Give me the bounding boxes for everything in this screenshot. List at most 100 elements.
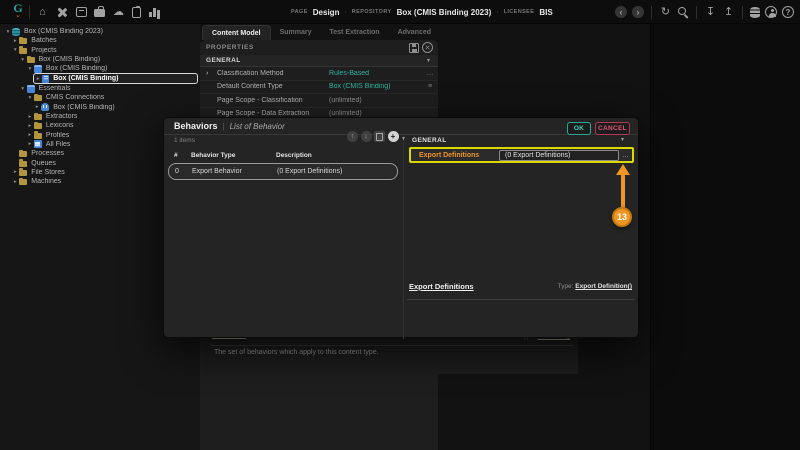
behaviors-dialog: Behaviors | List of Behavior OK CANCEL 1… — [163, 117, 639, 338]
download-icon[interactable]: ↧ — [704, 6, 717, 19]
property-label: Default Content Type — [217, 83, 329, 90]
behavior-row[interactable]: 0Export Behavior(0 Export Definitions) — [168, 163, 398, 180]
app-logo[interactable]: G ⌄ — [10, 2, 26, 22]
menu-button[interactable]: ≡ — [422, 83, 438, 90]
forward-icon[interactable]: › — [632, 6, 644, 18]
folder-icon — [19, 179, 27, 185]
chevron-down-icon[interactable]: ▾ — [4, 29, 12, 35]
cell-desc: (0 Export Definitions) — [277, 168, 397, 175]
properties-toolbar: PROPERTIES ✕ — [200, 40, 438, 55]
licensee-value: BIS — [539, 8, 552, 17]
search-icon[interactable] — [677, 6, 689, 18]
delete-icon[interactable] — [374, 131, 385, 142]
ellipsis-button[interactable]: … — [422, 70, 438, 77]
tab-test-extraction[interactable]: Test Extraction — [321, 25, 389, 40]
type-link[interactable]: Export Definition() — [575, 283, 632, 290]
column-header-num: # — [174, 152, 191, 159]
chevron-right-icon[interactable]: ▸ — [33, 104, 41, 110]
help-description: The set of behaviors which apply to this… — [214, 349, 379, 356]
chevron-down-icon[interactable]: ▾ — [19, 86, 27, 92]
page-value[interactable]: Design — [313, 8, 340, 17]
chevron-right-icon[interactable]: ▸ — [34, 76, 42, 82]
add-icon[interactable]: + — [388, 131, 399, 142]
dialog-subtitle: List of Behavior — [230, 122, 285, 131]
chevron-down-icon[interactable]: ▾ — [19, 57, 27, 63]
property-label: Page Scope - Classification — [217, 97, 329, 104]
folder-icon — [34, 133, 42, 139]
help-icon[interactable]: ? — [782, 6, 794, 18]
property-value-input[interactable]: (0 Export Definitions) — [499, 150, 619, 161]
property-value[interactable]: Box (CMIS Binding) — [329, 83, 422, 90]
export-definitions-row[interactable]: Export Definitions (0 Export Definitions… — [409, 147, 634, 163]
tab-summary[interactable]: Summary — [271, 25, 321, 40]
archive-icon[interactable] — [76, 7, 87, 17]
database-icon[interactable] — [750, 7, 760, 18]
tree-item-label: Essentials — [39, 85, 71, 92]
tree-item[interactable]: ▾Projects — [11, 46, 200, 55]
cell-type: Export Behavior — [192, 168, 277, 175]
tree-item[interactable]: ▾ Essentials — [19, 84, 200, 93]
chevron-down-icon[interactable]: ▼ — [401, 136, 406, 142]
repository-value[interactable]: Box (CMIS Binding 2023) — [397, 8, 492, 17]
chevron-right-icon[interactable]: ▸ — [11, 179, 19, 185]
expander-icon[interactable]: › — [206, 70, 217, 77]
property-value[interactable]: Rules-Based — [329, 70, 422, 77]
cancel-button[interactable]: CANCEL — [595, 122, 630, 135]
chevron-right-icon[interactable]: ▸ — [26, 132, 34, 138]
move-up-icon[interactable]: ↑ — [347, 131, 358, 142]
folder-icon — [34, 123, 42, 129]
refresh-icon[interactable]: ↻ — [659, 6, 672, 19]
tab-content-model[interactable]: Content Model — [202, 25, 271, 40]
property-value[interactable]: (unlimited) — [329, 97, 422, 104]
tree-item[interactable]: ▸ Batches — [11, 36, 200, 45]
tree-item[interactable]: ▾ Box (CMIS Binding) — [26, 64, 200, 73]
save-icon[interactable] — [409, 43, 419, 53]
item-count: 1 items — [174, 137, 195, 144]
tree-item[interactable]: ▸Box (CMIS Binding) — [33, 103, 200, 112]
divider: | — [223, 122, 225, 131]
repository-label: REPOSITORY — [352, 9, 392, 15]
group-header-label: GENERAL — [412, 137, 447, 144]
properties-grid: GENERAL ▾ ›Classification MethodRules-Ba… — [200, 55, 438, 121]
property-row[interactable]: Default Content TypeBox (CMIS Binding)≡ — [200, 81, 438, 95]
tree-item[interactable]: ▾CMIS Connections — [26, 93, 200, 102]
account-icon[interactable] — [765, 6, 777, 18]
design-tools-icon[interactable] — [56, 6, 69, 19]
ok-button[interactable]: OK — [567, 122, 591, 135]
group-header[interactable]: GENERAL ▾ — [200, 55, 438, 67]
chevron-down-icon[interactable]: ▾ — [621, 136, 624, 143]
move-down-icon[interactable]: ↓ — [361, 131, 372, 142]
folder-icon — [19, 170, 27, 176]
tree-item[interactable]: ▸Box (CMIS Binding) — [33, 73, 198, 84]
project-icon — [34, 65, 42, 73]
cloud-icon[interactable]: ☁ — [112, 6, 125, 19]
upload-icon[interactable]: ↥ — [722, 6, 735, 19]
tasks-icon[interactable] — [132, 7, 141, 18]
breadcrumb: PAGE Design · REPOSITORY Box (CMIS Bindi… — [291, 0, 553, 24]
home-icon[interactable]: ⌂ — [36, 6, 49, 19]
window-icon-strip: ‹ › ↻ ↧ ↥? — [615, 0, 794, 24]
chevron-down-icon[interactable]: ▾ — [427, 57, 430, 64]
chevron-right-icon[interactable]: ▸ — [11, 38, 19, 44]
chevron-right-icon[interactable]: ▸ — [26, 141, 34, 147]
briefcase-icon[interactable] — [94, 9, 105, 17]
ellipsis-button[interactable]: … — [619, 152, 632, 159]
property-row[interactable]: Page Scope - Classification(unlimited) — [200, 94, 438, 108]
close-icon[interactable]: ✕ — [422, 42, 433, 53]
back-icon[interactable]: ‹ — [615, 6, 627, 18]
chevron-down-icon[interactable]: ▾ — [11, 47, 19, 53]
tree-item[interactable]: ▾Box (CMIS Binding 2023) — [4, 27, 200, 36]
property-row[interactable]: ›Classification MethodRules-Based… — [200, 67, 438, 81]
chevron-down-icon[interactable]: ▾ — [26, 95, 34, 101]
tree-item[interactable]: ▾Box (CMIS Binding) — [19, 55, 200, 64]
tree-item-label: Batches — [31, 37, 56, 44]
chevron-right-icon[interactable]: ▸ — [11, 169, 19, 175]
folder-icon — [19, 38, 27, 44]
files-icon — [34, 140, 42, 148]
chevron-right-icon[interactable]: ▸ — [26, 114, 34, 120]
tab-advanced[interactable]: Advanced — [389, 25, 440, 40]
chevron-right-icon[interactable]: ▸ — [26, 123, 34, 129]
tree-item-label: Box (CMIS Binding) — [46, 65, 107, 72]
stats-icon[interactable] — [148, 7, 160, 18]
chevron-down-icon[interactable]: ▾ — [26, 66, 34, 72]
